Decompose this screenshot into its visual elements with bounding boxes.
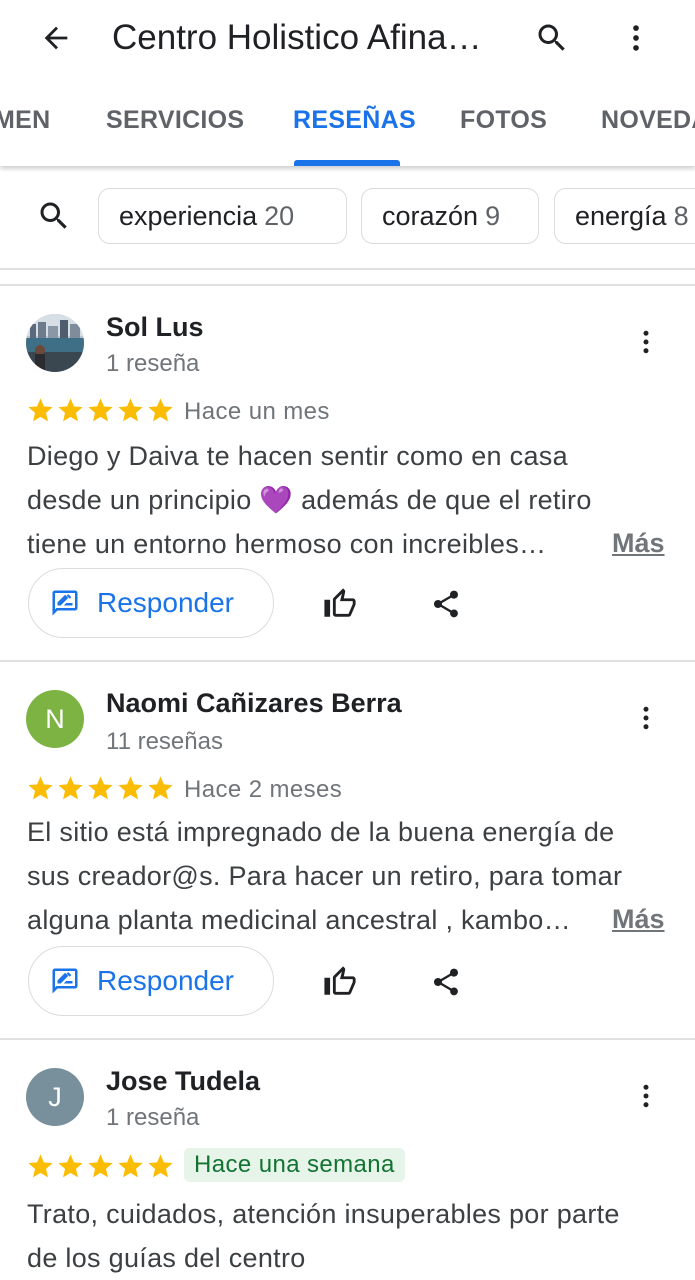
star-icon <box>88 398 113 422</box>
review-text-line: Trato, cuidados, atención insuperables p… <box>27 1199 620 1229</box>
reviewer-review-count: 1 reseña <box>106 350 200 377</box>
review-card: N Naomi Cañizares Berra 11 reseñas Hace … <box>0 660 695 1038</box>
chip-label: energía <box>575 200 667 231</box>
thumb-up-icon[interactable] <box>320 584 360 624</box>
tab-novedades[interactable]: NOVEDA <box>601 106 695 135</box>
star-icon <box>118 398 143 422</box>
star-rating <box>26 1152 175 1182</box>
place-title: Centro Holistico Afina… <box>112 18 482 57</box>
review-topic-chips: experiencia 20 corazón 9 energía 8 <box>0 166 695 270</box>
more-text-link[interactable]: Más <box>612 528 665 559</box>
tab-resenas[interactable]: RESEÑAS <box>293 106 416 135</box>
star-icon <box>28 398 53 422</box>
more-text-link[interactable]: Más <box>612 904 665 935</box>
review-text[interactable]: Trato, cuidados, atención insuperables p… <box>27 1192 672 1280</box>
star-rating <box>26 774 175 804</box>
tab-resumen[interactable]: MEN <box>0 106 50 135</box>
star-icon <box>118 776 143 800</box>
review-separator <box>0 660 695 662</box>
review-text-line: alguna planta medicinal ancestral , kamb… <box>27 905 571 935</box>
more-vert-icon[interactable] <box>616 18 656 58</box>
back-arrow-icon[interactable] <box>36 18 76 58</box>
chip-corazon[interactable]: corazón 9 <box>361 188 539 244</box>
reply-button-label: Responder <box>97 587 234 618</box>
chip-count: 8 <box>673 200 689 231</box>
avatar[interactable]: J <box>26 1068 84 1126</box>
star-icon <box>118 1154 143 1178</box>
review-more-vert-icon[interactable] <box>626 698 666 738</box>
review-separator <box>0 284 695 286</box>
review-more-vert-icon[interactable] <box>626 1076 666 1116</box>
thumb-up-icon[interactable] <box>320 962 360 1002</box>
star-icon <box>28 1154 53 1178</box>
review-date-new-badge: Hace una semana <box>184 1148 405 1182</box>
chip-energia[interactable]: energía 8 <box>554 188 695 244</box>
reply-button[interactable]: Responder <box>28 946 274 1016</box>
reply-button[interactable]: Responder <box>28 568 274 638</box>
review-text[interactable]: Diego y Daiva te hacen sentir como en ca… <box>27 434 672 566</box>
chip-label: experiencia <box>119 200 258 231</box>
search-reviews-icon[interactable] <box>34 196 74 236</box>
share-icon[interactable] <box>426 584 466 624</box>
chip-label: corazón <box>382 200 479 231</box>
review-text-line: tiene un entorno hermoso con increibles… <box>27 529 547 559</box>
reply-button-label: Responder <box>97 965 234 996</box>
star-icon <box>58 1154 83 1178</box>
avatar[interactable]: N <box>26 690 84 748</box>
review-date: Hace 2 meses <box>184 776 343 803</box>
section-divider <box>0 268 695 284</box>
reviewer-review-count: 1 reseña <box>106 1104 200 1131</box>
review-more-vert-icon[interactable] <box>626 322 666 362</box>
reviewer-name[interactable]: Naomi Cañizares Berra <box>106 688 402 719</box>
star-icon <box>148 1154 173 1178</box>
search-icon[interactable] <box>532 18 572 58</box>
review-card: Sol Lus 1 reseña Hace un mes Diego y Dai… <box>0 284 695 660</box>
app-bar: Centro Holistico Afina… <box>0 0 695 76</box>
review-text-line: desde un principio 💜 además de que el re… <box>27 485 592 515</box>
chip-count: 20 <box>264 200 295 231</box>
share-icon[interactable] <box>426 962 466 1002</box>
tab-fotos[interactable]: FOTOS <box>460 106 547 135</box>
review-text-line: Diego y Daiva te hacen sentir como en ca… <box>27 441 568 471</box>
star-icon <box>148 398 173 422</box>
star-icon <box>28 776 53 800</box>
review-separator <box>0 1038 695 1040</box>
chip-count: 9 <box>485 200 501 231</box>
tab-servicios[interactable]: SERVICIOS <box>106 106 244 135</box>
star-icon <box>58 398 83 422</box>
avatar[interactable] <box>26 314 84 372</box>
active-tab-indicator <box>294 160 400 166</box>
chip-experiencia[interactable]: experiencia 20 <box>98 188 347 244</box>
rate-review-icon <box>49 965 81 997</box>
review-date: Hace un mes <box>184 398 330 425</box>
star-icon <box>88 776 113 800</box>
review-text-line: El sitio está impregnado de la buena ene… <box>27 817 615 847</box>
star-icon <box>58 776 83 800</box>
review-text[interactable]: El sitio está impregnado de la buena ene… <box>27 810 672 942</box>
star-icon <box>88 1154 113 1178</box>
rate-review-icon <box>49 587 81 619</box>
review-card: J Jose Tudela 1 reseña Hace una semana T… <box>0 1038 695 1280</box>
reviewer-name[interactable]: Sol Lus <box>106 312 204 343</box>
review-text-line: sus creador@s. Para hacer un retiro, par… <box>27 861 623 891</box>
star-icon <box>148 776 173 800</box>
reviewer-review-count: 11 reseñas <box>106 728 223 755</box>
place-tabs: MEN SERVICIOS RESEÑAS FOTOS NOVEDA <box>0 76 695 166</box>
review-text-line: de los guías del centro <box>27 1243 306 1273</box>
star-rating <box>26 396 175 426</box>
reviewer-name[interactable]: Jose Tudela <box>106 1066 260 1097</box>
